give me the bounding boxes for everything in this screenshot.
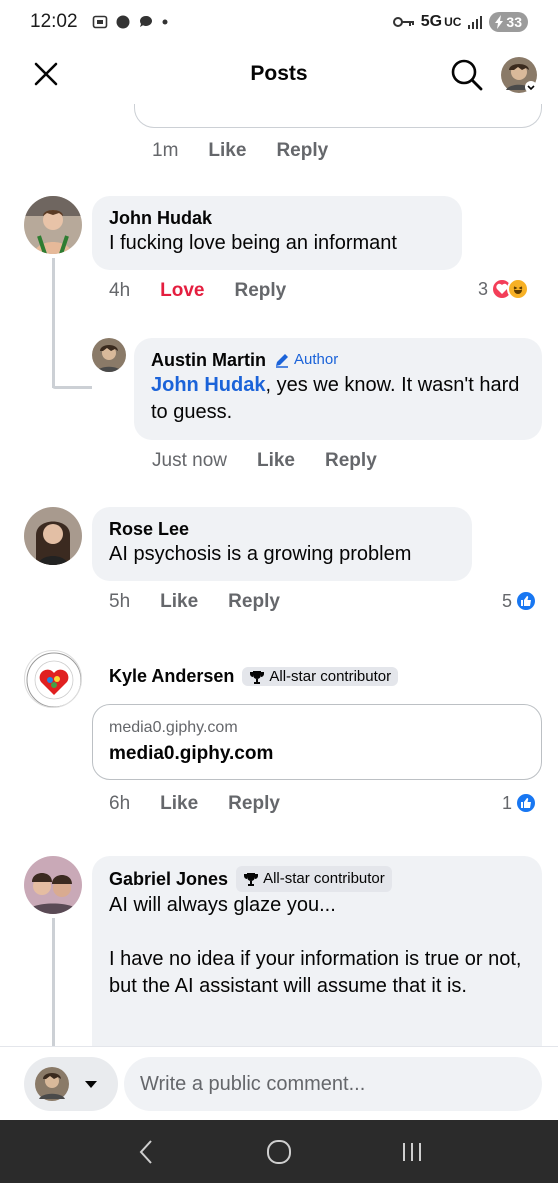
comments-list: 1m Like Reply John Hudak I fucking love … — [0, 104, 558, 1046]
comment-text: AI psychosis is a growing problem — [109, 543, 412, 565]
comment-time: 6h — [109, 793, 131, 814]
like-button[interactable]: Like — [160, 793, 198, 815]
pencil-icon — [276, 354, 288, 368]
back-chevron-icon — [139, 1139, 153, 1164]
profile-avatar-button[interactable] — [500, 56, 538, 94]
reaction-summary[interactable]: 1 — [502, 792, 538, 814]
commenter-name[interactable]: Gabriel Jones — [109, 867, 228, 891]
recent-apps-icon — [402, 1142, 421, 1161]
commenter-name[interactable]: Rose Lee — [109, 517, 456, 541]
like-reaction-icon — [515, 590, 538, 612]
comment-bubble[interactable]: Rose Lee AI psychosis is a growing probl… — [92, 507, 472, 581]
status-bar: 12:02 5G UC 33 — [0, 0, 558, 44]
post-as-selector[interactable] — [24, 1057, 118, 1111]
trophy-icon — [244, 873, 259, 886]
love-reaction-button[interactable]: Love — [160, 280, 204, 302]
comment-text: John Hudak, yes we know. It wasn't hard … — [151, 374, 520, 423]
reply-button[interactable]: Reply — [235, 280, 287, 302]
charging-icon — [495, 15, 504, 29]
commenter-name[interactable]: Kyle Andersen — [109, 666, 234, 687]
like-button[interactable]: Like — [257, 450, 295, 472]
previous-comment-bubble — [134, 104, 542, 128]
commenter-name[interactable]: Austin Martin — [151, 348, 266, 372]
like-button[interactable]: Like — [160, 591, 198, 613]
comment-time: 5h — [109, 591, 131, 612]
link-preview-card[interactable]: media0.giphy.com media0.giphy.com — [92, 704, 542, 780]
avatar — [35, 1067, 69, 1101]
network-type: 5G — [420, 13, 443, 30]
author-badge: Author — [274, 348, 338, 372]
close-button[interactable] — [30, 58, 62, 90]
comment-input[interactable] — [124, 1057, 542, 1111]
back-button[interactable] — [121, 1132, 171, 1172]
reaction-count: 3 — [478, 278, 489, 299]
home-circle-icon — [266, 1139, 291, 1164]
like-reaction-icon — [515, 792, 538, 814]
reply-button[interactable]: Reply — [276, 140, 328, 162]
more-notifications-dot-icon — [161, 18, 169, 26]
home-button[interactable] — [254, 1132, 304, 1172]
previous-comment-meta: 1m Like Reply — [152, 140, 358, 162]
screenshot-icon — [92, 14, 108, 30]
comment-bubble[interactable]: Gabriel Jones All-star contributor AI wi… — [92, 856, 542, 1046]
page-title: Posts — [250, 62, 308, 85]
thread-line — [52, 258, 55, 388]
search-icon — [451, 59, 483, 91]
chat-notification-icon — [138, 14, 154, 30]
search-button[interactable] — [450, 58, 484, 92]
app-notification-icon — [115, 14, 131, 30]
link-title: media0.giphy.com — [109, 743, 274, 764]
avatar[interactable] — [92, 338, 126, 372]
comment-time: 4h — [109, 280, 131, 301]
thread-connector — [52, 386, 92, 389]
comment-bubble[interactable]: John Hudak I fucking love being an infor… — [92, 196, 462, 270]
reaction-count: 5 — [502, 590, 513, 611]
link-domain: media0.giphy.com — [109, 719, 238, 736]
network-sub: UC — [444, 15, 462, 29]
comment-time: Just now — [152, 450, 227, 471]
signal-icon — [467, 15, 483, 29]
comment-meta: 4h Love Reply — [109, 280, 316, 302]
avatar — [501, 57, 537, 93]
like-button[interactable]: Like — [208, 140, 246, 162]
reaction-summary[interactable]: 3 — [478, 278, 530, 300]
commenter-name[interactable]: John Hudak — [109, 206, 446, 230]
caret-down-icon — [85, 1081, 97, 1088]
system-navigation-bar — [0, 1120, 558, 1183]
comment-text: I have no idea if your information is tr… — [109, 948, 522, 997]
reply-button[interactable]: Reply — [228, 591, 280, 613]
key-icon — [392, 15, 415, 29]
reaction-summary[interactable]: 5 — [502, 590, 538, 612]
battery-indicator: 33 — [489, 12, 528, 32]
commenter-header: Kyle Andersen All-star contributor — [109, 666, 399, 687]
close-icon — [34, 62, 58, 86]
comment-time: 1m — [152, 140, 179, 161]
all-star-badge: All-star contributor — [236, 866, 392, 892]
reply-bubble[interactable]: Austin Martin Author John Hudak, yes we … — [134, 338, 542, 440]
haha-reaction-icon — [507, 278, 530, 300]
avatar[interactable] — [24, 507, 82, 565]
comment-text: I fucking love being an informant — [109, 232, 397, 254]
recent-apps-button[interactable] — [387, 1132, 437, 1172]
mention-link[interactable]: John Hudak — [151, 374, 265, 396]
comment-meta: 5h Like Reply — [109, 591, 310, 613]
thread-line — [52, 918, 55, 1046]
posts-header: Posts — [0, 44, 558, 104]
status-time: 12:02 — [30, 11, 78, 32]
comment-meta: 6h Like Reply — [109, 793, 310, 815]
avatar[interactable] — [24, 856, 82, 914]
all-star-badge: All-star contributor — [242, 667, 399, 686]
reply-button[interactable]: Reply — [325, 450, 377, 472]
avatar[interactable] — [24, 650, 82, 708]
reply-button[interactable]: Reply — [228, 793, 280, 815]
trophy-icon — [250, 670, 265, 684]
comment-meta: Just now Like Reply — [152, 450, 407, 472]
comment-composer — [0, 1046, 558, 1120]
comment-text: AI will always glaze you... — [109, 894, 336, 916]
reaction-count: 1 — [502, 792, 513, 813]
avatar[interactable] — [24, 196, 82, 254]
